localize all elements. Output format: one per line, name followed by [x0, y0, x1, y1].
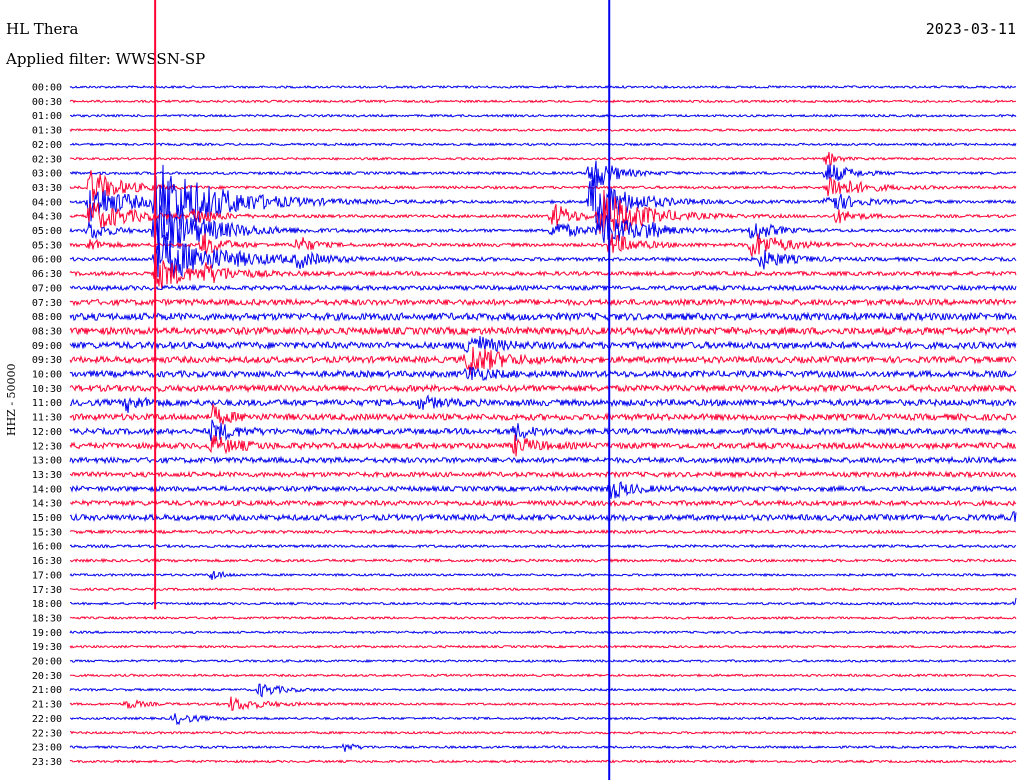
trace-line: [69, 434, 1017, 457]
trace-line: [69, 743, 1017, 752]
trace-line: [69, 233, 1017, 258]
trace-line: [69, 696, 1017, 712]
row-label: 14:30: [32, 499, 62, 510]
row-label: 07:30: [32, 298, 62, 309]
row-label: 16:30: [32, 556, 62, 567]
trace-group: [69, 84, 1017, 764]
trace-line: [69, 630, 1017, 635]
row-label: 09:30: [32, 355, 62, 366]
trace-line: [69, 658, 1016, 664]
row-label: 03:30: [32, 183, 62, 194]
row-label: 22:30: [32, 728, 62, 739]
trace-line: [69, 615, 1017, 621]
row-label: 12:30: [32, 441, 62, 452]
trace-line: [69, 311, 1017, 322]
row-labels: 00:00 00:30 01:00 01:30 02:00 02:30 03:00 03:30…: [32, 83, 62, 768]
row-label: 18:00: [32, 599, 62, 610]
trace-line: [69, 346, 1017, 376]
trace-line: [69, 481, 1017, 499]
row-label: 00:30: [32, 97, 62, 108]
row-label: 00:00: [32, 83, 62, 94]
trace-line: [69, 325, 1017, 337]
trace-line: [69, 570, 1017, 580]
row-label: 09:00: [32, 341, 62, 352]
row-label: 21:30: [32, 700, 62, 711]
row-label: 01:30: [32, 126, 62, 137]
helicorder-plot: 00:00 00:30 01:00 01:30 02:00 02:30 03:00 03:30…: [32, 0, 1017, 780]
row-label: 13:30: [32, 470, 62, 481]
row-label: 20:30: [32, 671, 62, 682]
trace-line: [69, 730, 1017, 735]
trace-line: [69, 543, 1017, 549]
trace-line: [69, 113, 1017, 118]
row-label: 11:00: [32, 398, 62, 409]
row-label: 20:00: [32, 657, 62, 668]
trace-line: [69, 470, 1017, 479]
row-label: 04:30: [32, 212, 62, 223]
trace-line: [69, 297, 1017, 307]
trace-line: [69, 204, 1017, 250]
row-label: 10:30: [32, 384, 62, 395]
row-label: 14:00: [32, 484, 62, 495]
row-label: 03:00: [32, 169, 62, 180]
trace-line: [69, 84, 1017, 90]
trace-line: [69, 455, 1017, 465]
trace-line: [69, 673, 1017, 678]
trace-line: [69, 587, 1017, 592]
row-label: 17:00: [32, 570, 62, 581]
row-label: 08:30: [32, 326, 62, 337]
row-label: 15:30: [32, 527, 62, 538]
trace-line: [69, 160, 1017, 189]
trace-line: [70, 597, 1017, 606]
row-label: 15:00: [32, 513, 62, 524]
row-label: 08:00: [32, 312, 62, 323]
trace-line: [69, 142, 1017, 147]
row-label: 11:30: [32, 413, 62, 424]
trace-line: [69, 683, 1017, 698]
row-label: 02:30: [32, 154, 62, 165]
trace-line: [69, 644, 1017, 649]
trace-line: [69, 366, 1017, 381]
spike-group: [154, 0, 611, 780]
row-label: 22:00: [32, 714, 62, 725]
row-label: 23:30: [32, 757, 62, 768]
row-label: 18:30: [32, 613, 62, 624]
row-label: 07:00: [32, 283, 62, 294]
row-label: 06:30: [32, 269, 62, 280]
row-label: 12:00: [32, 427, 62, 438]
trace-line: [69, 383, 1017, 394]
row-label: 01:00: [32, 111, 62, 122]
row-label: 23:00: [32, 743, 62, 754]
trace-line: [69, 283, 1017, 293]
trace-line: [69, 528, 1017, 535]
row-label: 05:00: [32, 226, 62, 237]
trace-line: [69, 499, 1017, 508]
row-label: 02:00: [32, 140, 62, 151]
row-label: 10:00: [32, 370, 62, 381]
trace-line: [69, 336, 1017, 354]
trace-line: [69, 713, 1017, 726]
row-label: 19:30: [32, 642, 62, 653]
row-label: 13:00: [32, 456, 62, 467]
trace-line: [69, 759, 1017, 764]
trace-line: [69, 99, 1017, 104]
row-label: 06:00: [32, 255, 62, 266]
row-label: 21:00: [32, 685, 62, 696]
row-label: 05:30: [32, 240, 62, 251]
row-label: 19:00: [32, 628, 62, 639]
trace-line: [69, 510, 1017, 523]
trace-line: [70, 557, 1017, 564]
trace-line: [69, 127, 1017, 133]
row-label: 04:00: [32, 197, 62, 208]
row-label: 17:30: [32, 585, 62, 596]
trace-line: [69, 151, 1017, 167]
row-label: 16:00: [32, 542, 62, 553]
